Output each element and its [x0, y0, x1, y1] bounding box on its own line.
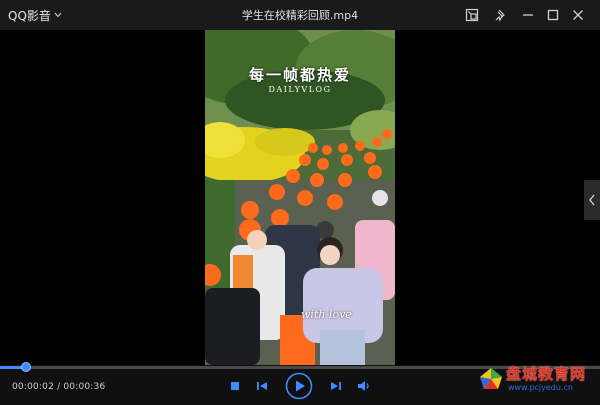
watermark-name: 盘城教育网: [506, 365, 587, 383]
next-icon: [331, 382, 341, 390]
video-stage[interactable]: 每一帧都热爱 DAILYVLOG with love: [0, 30, 600, 365]
minimize-icon: [523, 14, 533, 16]
previous-button[interactable]: [254, 378, 270, 394]
time-display: 00:00:02 / 00:00:36: [12, 382, 106, 392]
next-button[interactable]: [328, 378, 344, 394]
maximize-icon: [547, 9, 559, 21]
title-bar: QQ影音 学生在校精彩回顾.mp4: [0, 0, 600, 30]
stop-icon: [231, 382, 239, 390]
chevron-left-icon: [589, 194, 595, 206]
minimize-button[interactable]: [516, 4, 540, 26]
pin-icon: [495, 9, 506, 22]
volume-button[interactable]: [356, 378, 372, 394]
close-button[interactable]: [566, 4, 590, 26]
pip-button[interactable]: [460, 4, 484, 26]
previous-icon: [257, 382, 267, 390]
play-button[interactable]: [285, 372, 313, 400]
pin-button[interactable]: [489, 4, 513, 26]
video-frame[interactable]: 每一帧都热爱 DAILYVLOG with love: [205, 30, 395, 365]
watermark-url: www.pcjyedu.cn: [508, 383, 573, 392]
volume-icon: [358, 381, 369, 391]
video-caption: with love: [301, 308, 352, 321]
site-watermark: 盘城教育网 www.pcjyedu.cn: [478, 363, 594, 395]
stop-button[interactable]: [227, 378, 243, 394]
video-overlay-title: 每一帧都热爱: [248, 66, 351, 84]
play-icon: [285, 372, 313, 400]
pip-icon: [465, 8, 479, 22]
video-overlay-subtitle: DAILYVLOG: [268, 85, 332, 94]
seek-handle[interactable]: [20, 362, 31, 372]
watermark-logo-icon: [480, 368, 502, 389]
playlist-toggle-button[interactable]: [584, 180, 600, 220]
maximize-button[interactable]: [541, 4, 565, 26]
close-icon: [573, 10, 583, 20]
